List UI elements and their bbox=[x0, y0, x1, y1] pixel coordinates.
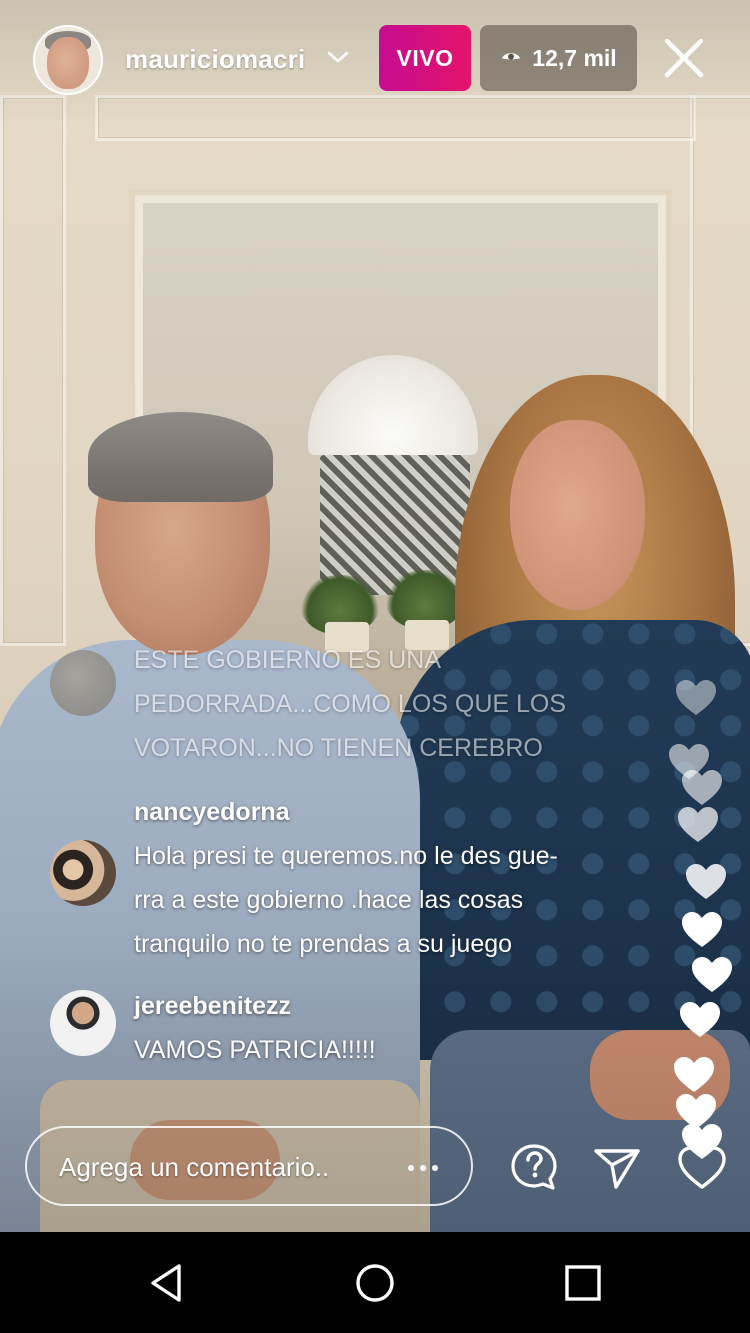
commenter-avatar[interactable] bbox=[50, 990, 116, 1056]
wall-artwork bbox=[320, 455, 470, 595]
woman-face bbox=[510, 420, 645, 610]
comment-line: tranquilo no te prendas a su juego bbox=[134, 930, 513, 958]
live-badge: VIVO bbox=[379, 25, 471, 91]
host-avatar[interactable] bbox=[33, 25, 103, 95]
floating-heart-icon bbox=[682, 770, 722, 805]
eye-icon bbox=[502, 53, 521, 60]
home-circle-icon[interactable] bbox=[353, 1261, 397, 1305]
comment-username[interactable]: nancyedorna bbox=[134, 790, 558, 834]
live-header: mauriciomacri VIVO 12,7 mil bbox=[0, 22, 750, 95]
back-triangle-icon[interactable] bbox=[145, 1261, 189, 1305]
floating-heart-icon bbox=[686, 864, 726, 899]
close-icon[interactable] bbox=[660, 34, 708, 82]
comment-line: PEDORRADA...COMO LOS QUE LOS bbox=[134, 690, 567, 718]
comment-line: ESTE GOBIERNO ES UNA bbox=[134, 646, 442, 674]
comment-item[interactable]: ESTE GOBIERNO ES UNA PEDORRADA...COMO LO… bbox=[50, 646, 650, 778]
recents-square-icon[interactable] bbox=[561, 1261, 605, 1305]
floating-heart-icon bbox=[692, 957, 732, 992]
avatar-face bbox=[47, 37, 89, 89]
system-navigation-bar bbox=[0, 1232, 750, 1333]
instagram-live-screen: mauriciomacri VIVO 12,7 mil ESTE GOBIERN… bbox=[0, 0, 750, 1333]
floating-heart-icon bbox=[676, 680, 716, 715]
comment-username[interactable]: jereebenitezz bbox=[134, 984, 376, 1028]
comment-input-placeholder: Agrega un comentario.. bbox=[59, 1152, 330, 1182]
man-hair bbox=[88, 412, 273, 502]
heart-icon[interactable] bbox=[677, 1143, 727, 1193]
comment-input[interactable]: Agrega un comentario.. bbox=[25, 1126, 473, 1206]
comment-line: rra a este gobierno .hace las cosas bbox=[134, 886, 524, 914]
comment-line: Hola presi te queremos.no le des gue- bbox=[134, 842, 558, 870]
comment-body: jereebenitezz VAMOS PATRICIA!!!!! bbox=[134, 984, 376, 1072]
viewer-count: 12,7 mil bbox=[532, 44, 617, 71]
comment-body: ESTE GOBIERNO ES UNA PEDORRADA...COMO LO… bbox=[134, 638, 566, 770]
wall-panel bbox=[0, 95, 66, 646]
comment-body: nancyedorna Hola presi te queremos.no le… bbox=[134, 790, 558, 966]
comment-item[interactable]: nancyedorna Hola presi te queremos.no le… bbox=[50, 790, 650, 966]
host-username[interactable]: mauriciomacri bbox=[125, 44, 305, 75]
floating-heart-icon bbox=[678, 807, 718, 842]
comment-line: VOTARON...NO TIENEN CEREBRO bbox=[134, 734, 543, 762]
more-options-icon[interactable] bbox=[405, 1150, 441, 1186]
commenter-avatar[interactable] bbox=[50, 650, 116, 716]
floating-heart-icon bbox=[680, 1002, 720, 1037]
floating-heart-icon bbox=[674, 1057, 714, 1092]
chevron-down-icon[interactable] bbox=[326, 47, 350, 67]
question-icon[interactable] bbox=[509, 1142, 559, 1192]
live-badge-label: VIVO bbox=[396, 44, 454, 71]
commenter-avatar[interactable] bbox=[50, 840, 116, 906]
floating-heart-icon bbox=[682, 912, 722, 947]
comment-line: VAMOS PATRICIA!!!!! bbox=[134, 1036, 376, 1064]
comment-item[interactable]: jereebenitezz VAMOS PATRICIA!!!!! bbox=[50, 984, 650, 1064]
send-icon[interactable] bbox=[592, 1142, 642, 1192]
viewer-count-badge[interactable]: 12,7 mil bbox=[480, 25, 637, 91]
